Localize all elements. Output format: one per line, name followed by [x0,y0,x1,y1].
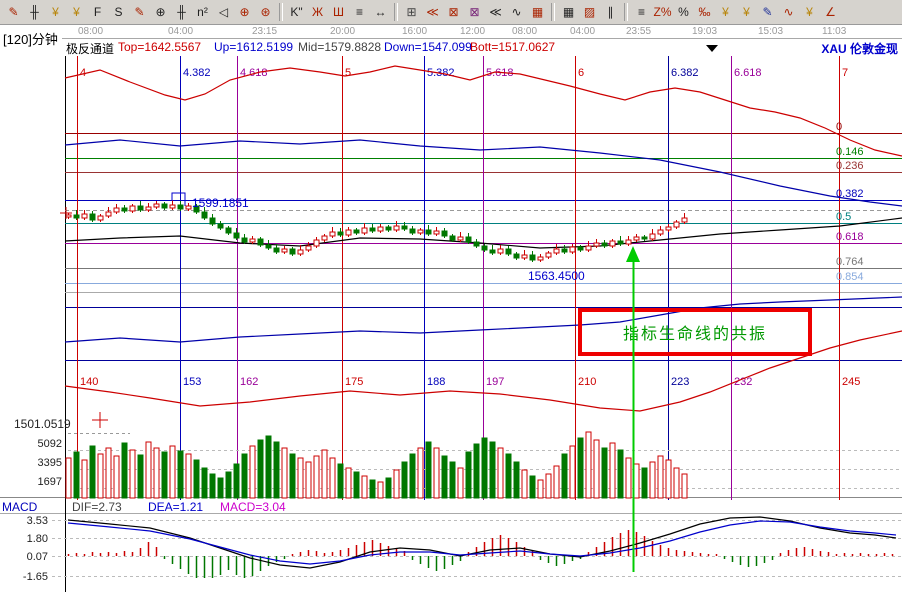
toolbar-separator [279,3,283,21]
chart-header: [120]分钟 08:0004:0023:1520:0016:0012:0008… [0,25,902,55]
angle-tool-icon[interactable]: ∠ [820,2,841,22]
wave-tool-icon[interactable]: ∿ [778,2,799,22]
grid-ruler-icon[interactable]: ╫ [171,2,192,22]
spiral-icon[interactable]: S [108,2,129,22]
percent-icon[interactable]: % [673,2,694,22]
pen-blue-icon[interactable]: ✎ [757,2,778,22]
time-axis-label: 08:00 [512,26,537,37]
time-axis-label: 15:03 [758,26,783,37]
time-axis-label: 16:00 [402,26,427,37]
web-grid-icon[interactable]: ⊛ [255,2,276,22]
trading-app-window: ✎╫¥¥FS✎⊕╫n²◁⊕⊛K"ЖШ≡↔⊞≪⊠⊠≪∿▦▦▨∥≡Z%%‰¥¥✎∿¥… [0,0,902,592]
fan-grid-icon[interactable]: ⊠ [443,2,464,22]
time-axis-label: 20:00 [330,26,355,37]
macd-macd-value: MACD=3.04 [220,500,286,514]
gold-section-icon[interactable]: ¥ [45,2,66,22]
annotation-callout-box[interactable]: 指标生命线的共振 [578,308,812,356]
channel-mid-value: Mid=1579.8828 [298,40,381,54]
toolbar-separator [551,3,555,21]
time-axis-label: 23:15 [252,26,277,37]
percent-line-icon[interactable]: Z% [652,2,673,22]
time-axis-label: 04:00 [168,26,193,37]
toolbar-separator [624,3,628,21]
target-icon[interactable]: ⊕ [234,2,255,22]
grid-box-icon[interactable]: ▦ [558,2,579,22]
gold-underline-icon[interactable]: ¥ [799,2,820,22]
time-axis-label: 23:55 [626,26,651,37]
annotation-callout-text: 指标生命线的共振 [623,320,767,344]
macd-dea-value: DEA=1.21 [148,500,203,514]
time-axis-label: 11:03 [822,26,846,37]
brush-tool-icon[interactable]: ✎ [129,2,150,22]
gann-fan-icon[interactable]: ≪ [422,2,443,22]
indicator-values-row: 极反通道 Top=1642.5567 Up=1612.5199 Mid=1579… [0,39,902,55]
fibonacci-icon[interactable]: F [87,2,108,22]
grid-box2-icon[interactable]: ▨ [579,2,600,22]
frame-tool-icon[interactable]: ⊞ [401,2,422,22]
macd-dif-value: DIF=2.73 [72,500,122,514]
main-toolbar: ✎╫¥¥FS✎⊕╫n²◁⊕⊛K"ЖШ≡↔⊞≪⊠⊠≪∿▦▦▨∥≡Z%%‰¥¥✎∿¥… [0,0,902,25]
slant-lines-icon[interactable]: ∥ [600,2,621,22]
time-axis-label: 12:00 [460,26,485,37]
ruler-123-icon[interactable]: ≡ [349,2,370,22]
time-axis-label: 08:00 [78,26,103,37]
zigzag-icon[interactable]: ∿ [506,2,527,22]
span-arrows-icon[interactable]: ↔ [370,2,391,22]
speed-lines-icon[interactable]: ≪ [485,2,506,22]
gold-circle-icon[interactable]: ¥ [715,2,736,22]
permille-icon[interactable]: ‰ [694,2,715,22]
flag-tool-icon[interactable]: ◁ [213,2,234,22]
macd-panel-title[interactable]: MACD [2,500,37,514]
channel-up-value: Up=1612.5199 [214,40,293,54]
gold-line-icon[interactable]: ¥ [736,2,757,22]
scale-ruler-icon[interactable]: ≡ [631,2,652,22]
gold-section2-icon[interactable]: ¥ [66,2,87,22]
pen-tool-icon[interactable]: ✎ [3,2,24,22]
channel-down-value: Down=1547.099 [384,40,472,54]
time-axis-label: 19:03 [692,26,717,37]
cycle-tool-icon[interactable]: ⊕ [150,2,171,22]
channel-bott-value: Bott=1517.0627 [470,40,555,54]
channel-top-value: Top=1642.5567 [118,40,201,54]
tick-ruler-icon[interactable]: ╫ [24,2,45,22]
ying-grid-icon[interactable]: Ш [328,2,349,22]
fan-grid2-icon[interactable]: ⊠ [464,2,485,22]
toolbar-separator [394,3,398,21]
k-pattern-icon[interactable]: K" [286,2,307,22]
macd-header-row: MACD DIF=2.73 DEA=1.21 MACD=3.04 [0,500,902,513]
time-axis: 08:00 04:00 23:15 20:00 16:00 12:00 08:00 04:00… [62,25,902,39]
time-axis-label: 04:00 [570,26,595,37]
calendar-grid-icon[interactable]: ▦ [527,2,548,22]
shen-grid-icon[interactable]: Ж [307,2,328,22]
n-square-icon[interactable]: n² [192,2,213,22]
